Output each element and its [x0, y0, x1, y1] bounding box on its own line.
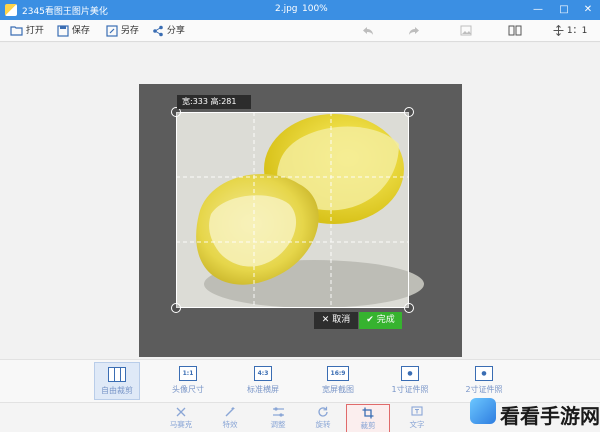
ratio-label: 1寸证件照 — [391, 385, 429, 394]
watermark: 看看手游网 — [470, 396, 600, 432]
image-icon — [460, 25, 472, 36]
ratio-label: 自由裁剪 — [101, 386, 133, 395]
share-icon — [153, 25, 163, 36]
crop-done-label: 完成 — [376, 315, 395, 325]
tool-crop[interactable]: 裁剪 — [346, 404, 390, 432]
ratio-1-1[interactable]: 1:1 头像尺寸 — [165, 362, 211, 400]
toolbar: 打开 保存 另存 分享 1：1 — [0, 20, 600, 42]
crop-icon — [362, 407, 374, 419]
compare-button[interactable] — [508, 23, 522, 39]
ratio-label: 头像尺寸 — [172, 385, 204, 394]
ratio-free-crop[interactable]: 自由裁剪 — [94, 362, 140, 400]
person-icon: ● — [401, 366, 419, 381]
tool-label: 特效 — [222, 420, 238, 429]
open-button[interactable]: 打开 — [10, 23, 44, 39]
crop-frame[interactable] — [176, 112, 409, 308]
ratio-readout: 1：1 — [566, 26, 588, 36]
tool-rotate[interactable]: 旋转 — [301, 404, 345, 432]
redo-button[interactable] — [408, 23, 420, 39]
tool-label: 文字 — [409, 420, 425, 429]
crop-cancel-button[interactable]: ✕ 取消 — [314, 312, 358, 329]
tool-text[interactable]: 文字 — [395, 404, 439, 432]
ratio-label: 标准横屏 — [247, 385, 279, 394]
tool-effects[interactable]: 特效 — [208, 404, 252, 432]
share-label: 分享 — [166, 26, 185, 36]
redo-icon — [409, 26, 419, 35]
ratio-4-3[interactable]: 4:3 标准横屏 — [240, 362, 286, 400]
crop-done-button[interactable]: ✔ 完成 — [359, 312, 402, 329]
save-icon — [57, 24, 69, 37]
crop-handle-bottom-left[interactable] — [171, 303, 181, 313]
save-as-button[interactable]: 另存 — [106, 23, 139, 39]
app-logo-icon — [5, 4, 17, 16]
sliders-icon — [272, 407, 284, 417]
person-icon: ● — [475, 366, 493, 381]
text-icon — [411, 406, 423, 416]
ratio-box: 16:9 — [327, 366, 349, 381]
tool-label: 旋转 — [315, 420, 331, 429]
grid-icon — [108, 367, 126, 382]
app-title: 2345看图王图片美化 — [22, 7, 108, 17]
undo-button[interactable] — [362, 23, 374, 39]
fit-icon — [553, 24, 564, 37]
undo-icon — [363, 26, 373, 35]
document-name: 2.jpg — [275, 4, 298, 14]
crop-handle-bottom-right[interactable] — [404, 303, 414, 313]
magic-wand-icon — [225, 407, 235, 417]
ratio-label: 2寸证件照 — [465, 385, 503, 394]
actual-size-button[interactable]: 1：1 — [553, 23, 587, 39]
crop-size-label: 宽:333 高:281 — [177, 95, 251, 109]
share-button[interactable]: 分享 — [152, 23, 185, 39]
crop-handle-top-right[interactable] — [404, 107, 414, 117]
title-bar: 2345看图王图片美化 2.jpg 100% — □ ✕ — [0, 0, 600, 20]
restore-button[interactable]: □ — [556, 2, 572, 18]
tool-adjust[interactable]: 调整 — [256, 404, 300, 432]
minimize-button[interactable]: — — [530, 2, 546, 18]
tool-label: 调整 — [270, 420, 286, 429]
crop-cancel-label: 取消 — [332, 315, 351, 325]
compare-icon — [508, 25, 522, 36]
tool-mosaic[interactable]: 马赛克 — [159, 404, 203, 432]
save-button[interactable]: 保存 — [57, 23, 90, 39]
ratio-box: 4:3 — [254, 366, 272, 381]
save-as-icon — [106, 24, 118, 37]
check-icon: ✔ — [366, 315, 377, 325]
ratio-2-inch-photo[interactable]: ● 2寸证件照 — [461, 362, 507, 400]
ratio-16-9[interactable]: 16:9 宽屏截图 — [315, 362, 361, 400]
ratio-label: 宽屏截图 — [322, 385, 354, 394]
zoom-level: 100% — [302, 4, 328, 14]
save-label: 保存 — [71, 26, 90, 36]
open-label: 打开 — [25, 26, 44, 36]
image-toggle-button[interactable] — [460, 23, 472, 39]
close-button[interactable]: ✕ — [580, 2, 596, 18]
close-icon: ✕ — [321, 315, 333, 325]
watermark-text: 看看手游网 — [500, 404, 600, 428]
rotate-icon — [318, 406, 328, 417]
tool-label: 裁剪 — [360, 421, 376, 430]
mosaic-icon — [176, 407, 186, 417]
folder-icon — [10, 26, 23, 36]
ratio-box: 1:1 — [179, 366, 197, 381]
ratio-1-inch-photo[interactable]: ● 1寸证件照 — [387, 362, 433, 400]
tool-label: 马赛克 — [169, 420, 193, 429]
save-as-label: 另存 — [120, 26, 139, 36]
